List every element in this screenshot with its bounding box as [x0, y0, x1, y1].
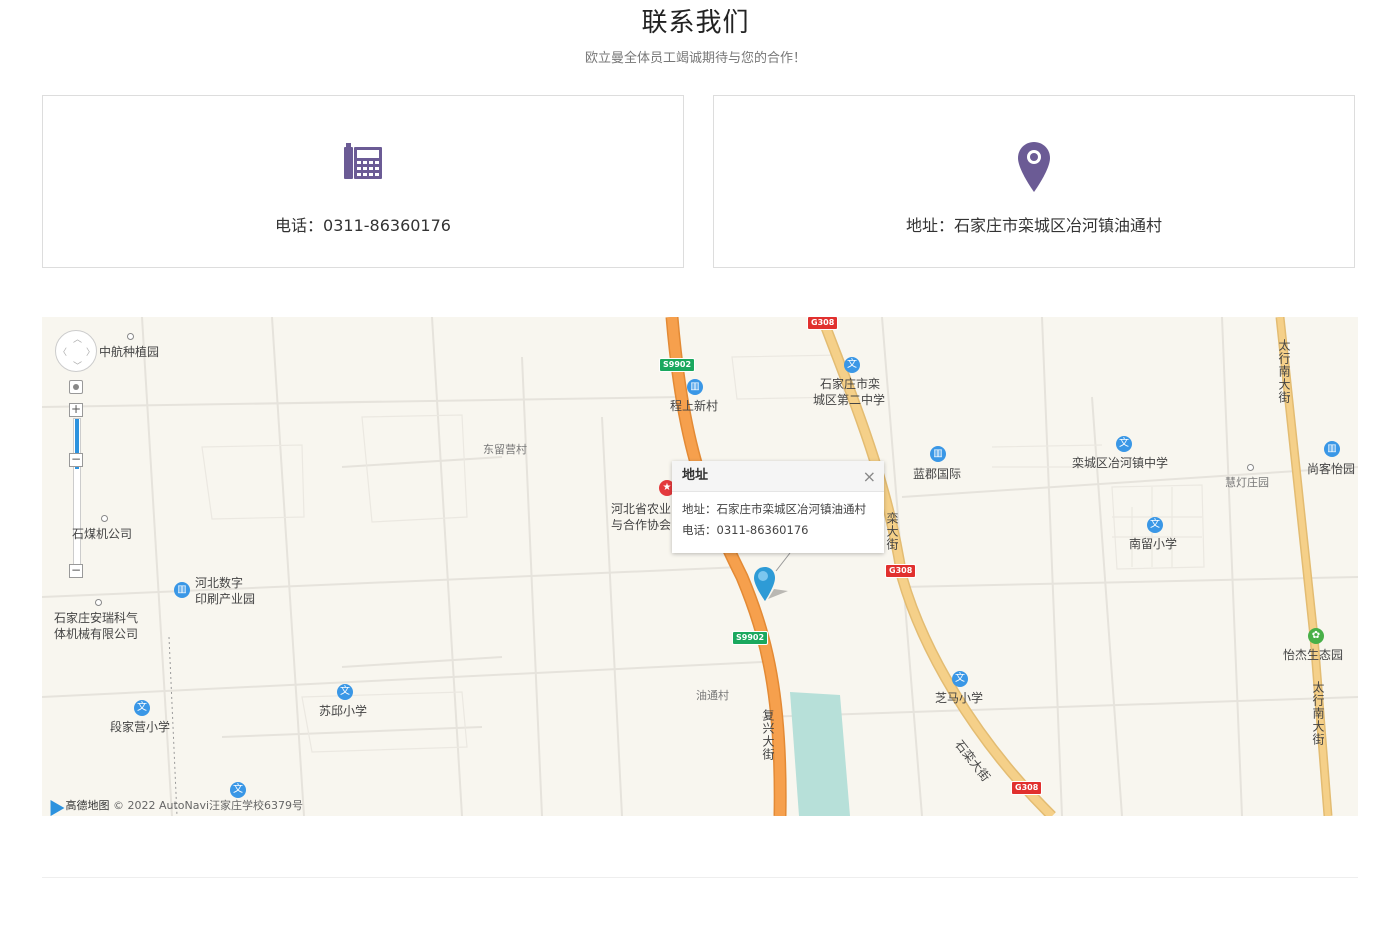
highway-shield: G308: [807, 317, 839, 330]
map-attribution: 高德地图 © 2022 AutoNavi汪家庄学校6379号: [43, 795, 304, 816]
poi-dot: [127, 333, 134, 340]
map-label-zhima: 芝马小学: [935, 691, 984, 705]
highway-shield: G308: [885, 564, 917, 578]
footer-divider: [42, 877, 1358, 878]
school-icon: 文: [1116, 436, 1132, 452]
amap-logo-icon: [43, 795, 65, 816]
page-title: 联系我们: [641, 8, 750, 38]
info-window-address: 地址：石家庄市栾城区冶河镇油通村: [682, 502, 866, 516]
school-icon: 文: [844, 357, 860, 373]
map-zoom-handle[interactable]: −: [69, 453, 83, 467]
map-label-yehe-school: 栾城区冶河镇中学: [1072, 456, 1169, 470]
building-icon: ▥: [174, 582, 190, 598]
map-label-suqiu: 苏邱小学: [319, 704, 368, 718]
map-info-window: 地址 × 地址：石家庄市栾城区冶河镇油通村 电话：0311-86360176: [672, 461, 884, 553]
map-label-shuzi-a: 河北数字: [195, 576, 244, 590]
map-label-nongye-a: 河北省农业: [611, 502, 672, 516]
school-icon: 文: [952, 671, 968, 687]
poi-dot: [95, 599, 102, 606]
map-label-yijie: 怡杰生态园: [1283, 648, 1344, 662]
map-zoom-out-button[interactable]: −: [69, 564, 83, 578]
map-zoom-slider[interactable]: [73, 418, 81, 566]
close-icon[interactable]: ×: [863, 467, 876, 486]
map-label-anrui-b: 体机械有限公司: [54, 627, 139, 641]
map-label-chengshang: 程上新村: [670, 399, 719, 413]
map-zoom-control: ︿ ﹀ 〈 〉 + − −: [55, 330, 97, 578]
info-window-title: 地址: [672, 461, 884, 492]
building-icon: ▥: [687, 379, 703, 395]
school-icon: 文: [337, 684, 353, 700]
school-icon: 文: [134, 700, 150, 716]
phone-card: 电话：0311-86360176: [42, 95, 684, 268]
map-label-school2a: 石家庄市栾: [820, 377, 881, 391]
map-label-road-mid: 栾大街: [885, 512, 899, 551]
highway-shield: G308: [1011, 781, 1043, 795]
map-label-taihang-bottom: 太行南大街: [1311, 681, 1325, 746]
address-label: 地址：石家庄市栾城区冶河镇油通村: [905, 216, 1162, 235]
poi-dot: [1247, 464, 1254, 471]
map-label-fuxing: 复兴大街: [761, 709, 775, 761]
map-label-school2b: 城区第二中学: [813, 393, 886, 407]
map-label-huideng: 慧灯庄园: [1225, 476, 1269, 489]
map-label-lanjun: 蓝郡国际: [913, 467, 962, 481]
school-icon: 文: [1147, 517, 1163, 533]
park-icon: ✿: [1308, 628, 1324, 644]
page-subtitle: 欧立曼全体员工竭诚期待与您的合作！: [584, 51, 806, 66]
map-pan-control[interactable]: ︿ ﹀ 〈 〉: [55, 330, 97, 372]
map-marker-pin-icon[interactable]: [748, 553, 808, 605]
building-icon: ▥: [1324, 441, 1340, 457]
map-locate-button[interactable]: [69, 380, 83, 394]
map-label-youtong: 油通村: [696, 689, 729, 702]
map-copyright: © 2022 AutoNavi汪家庄学校6379号: [113, 799, 304, 812]
map-label-duanjiaying: 段家营小学: [110, 720, 171, 734]
map-label-shuzi-b: 印刷产业园: [195, 592, 256, 606]
map-label-dongliuying: 东留营村: [483, 443, 527, 456]
info-window-phone: 电话：0311-86360176: [682, 523, 809, 537]
map-label-taihang-top: 太行南大街: [1277, 339, 1291, 404]
map-label-meiji: 石煤机公司: [72, 527, 133, 541]
poi-dot: [101, 515, 108, 522]
highway-shield: S9902: [659, 358, 696, 372]
map-label-anrui-a: 石家庄安瑞科气: [54, 611, 139, 625]
map-view[interactable]: ︿ ﹀ 〈 〉 + − − 中航种植园 ▥ 程上新村 东留营村 文 石家庄市栾 …: [42, 317, 1358, 816]
telephone-icon: [343, 141, 383, 185]
map-label-zhonghang: 中航种植园: [99, 345, 160, 359]
map-label-nongye-b: 与合作协会: [611, 518, 672, 532]
phone-label: 电话：0311-86360176: [275, 216, 451, 235]
address-card: 地址：石家庄市栾城区冶河镇油通村: [713, 95, 1355, 268]
map-pin-icon: [1017, 141, 1051, 197]
building-icon: ▥: [930, 446, 946, 462]
map-label-nanliu: 南留小学: [1129, 537, 1178, 551]
amap-logo-text[interactable]: 高德地图: [66, 799, 110, 812]
map-zoom-in-button[interactable]: +: [69, 403, 83, 417]
highway-shield: S9902: [732, 631, 769, 645]
school-icon: 文: [230, 782, 246, 798]
map-label-shangke: 尚客怡园: [1307, 462, 1356, 476]
